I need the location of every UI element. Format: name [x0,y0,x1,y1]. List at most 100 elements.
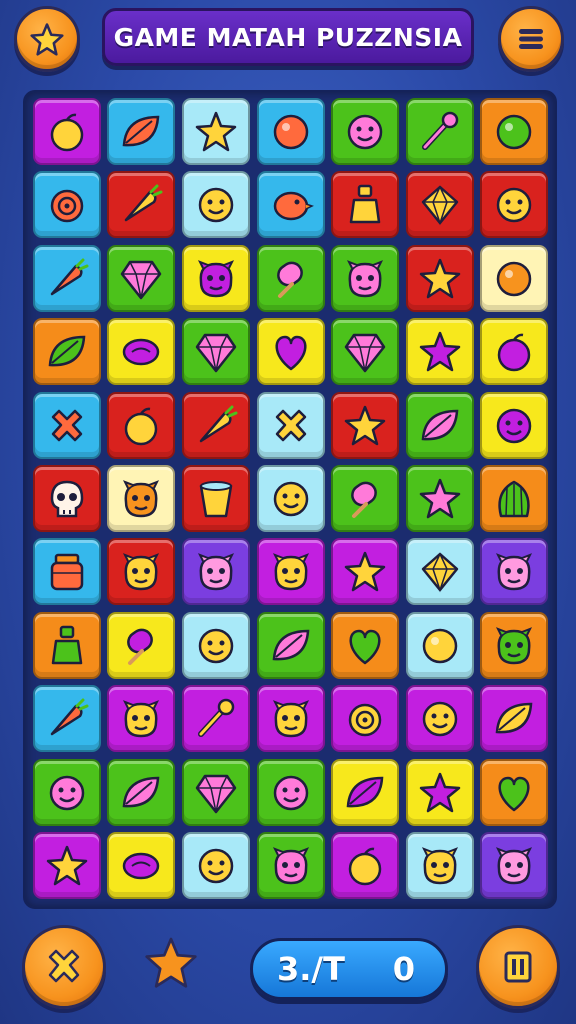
moves-counter: 3./T [277,950,345,988]
game-tile[interactable] [257,612,325,679]
game-tile[interactable] [406,245,474,312]
game-tile[interactable] [331,465,399,532]
skull-icon [50,480,84,517]
game-tile[interactable] [107,392,175,459]
game-tile[interactable] [331,759,399,826]
score-panel: 3./T 0 [250,938,448,1000]
game-tile[interactable] [33,392,101,459]
face-icon [422,701,458,736]
game-tile[interactable] [257,171,325,238]
game-tile[interactable] [182,98,250,165]
star-button[interactable] [14,6,80,72]
game-tile[interactable] [182,171,250,238]
gem-icon [344,333,386,372]
game-tile[interactable] [33,612,101,679]
game-tile[interactable] [406,685,474,752]
game-tile[interactable] [33,245,101,312]
game-tile[interactable] [182,245,250,312]
game-tile[interactable] [33,171,101,238]
game-tile[interactable] [107,98,175,165]
game-tile[interactable] [331,245,399,312]
face-icon [49,775,85,810]
game-tile[interactable] [107,832,175,899]
game-tile[interactable] [331,318,399,385]
face-icon [347,114,383,149]
pause-button[interactable] [476,925,560,1009]
game-tile[interactable] [257,685,325,752]
game-tile[interactable] [480,171,548,238]
game-tile[interactable] [182,318,250,385]
game-tile[interactable] [107,245,175,312]
game-tile[interactable] [480,245,548,312]
game-tile[interactable] [257,318,325,385]
game-tile[interactable] [406,832,474,899]
game-tile[interactable] [406,98,474,165]
game-tile[interactable] [406,171,474,238]
game-tile[interactable] [107,171,175,238]
carrot-icon [199,405,238,442]
bottle-icon [51,625,83,664]
game-tile[interactable] [107,318,175,385]
game-tile[interactable] [33,538,101,605]
game-tile[interactable] [480,465,548,532]
game-tile[interactable] [480,98,548,165]
game-tile[interactable] [33,759,101,826]
game-tile[interactable] [257,759,325,826]
game-tile[interactable] [480,759,548,826]
game-tile[interactable] [406,465,474,532]
diamond-icon [421,184,459,225]
game-tile[interactable] [480,612,548,679]
game-tile[interactable] [107,685,175,752]
game-tile[interactable] [182,392,250,459]
game-tile[interactable] [33,832,101,899]
game-tile[interactable] [406,538,474,605]
swirl-icon [348,703,382,736]
game-tile[interactable] [480,538,548,605]
game-tile[interactable] [406,612,474,679]
game-tile[interactable] [33,465,101,532]
game-tile[interactable] [257,538,325,605]
jar-icon [50,553,84,590]
popsicle-icon [351,481,377,518]
game-tile[interactable] [107,465,175,532]
game-tile[interactable] [107,759,175,826]
game-tile[interactable] [107,612,175,679]
game-tile[interactable] [33,318,101,385]
score-value: 0 [392,950,415,988]
game-tile[interactable] [406,759,474,826]
game-tile[interactable] [331,612,399,679]
game-board [23,90,557,909]
game-tile[interactable] [182,612,250,679]
game-tile[interactable] [257,245,325,312]
game-tile[interactable] [182,759,250,826]
game-tile[interactable] [331,832,399,899]
game-tile[interactable] [182,465,250,532]
menu-button[interactable] [498,6,564,72]
game-tile[interactable] [257,98,325,165]
game-title: GAME MATAH PUZZNSIA [102,8,474,66]
game-tile[interactable] [480,392,548,459]
game-tile[interactable] [33,98,101,165]
game-tile[interactable] [331,171,399,238]
carrot-icon [50,698,89,735]
game-tile[interactable] [182,832,250,899]
circle-icon [273,114,309,149]
game-tile[interactable] [182,685,250,752]
game-tile[interactable] [406,318,474,385]
game-tile[interactable] [331,98,399,165]
game-tile[interactable] [406,392,474,459]
game-tile[interactable] [257,392,325,459]
game-tile[interactable] [182,538,250,605]
game-tile[interactable] [480,318,548,385]
game-tile[interactable] [257,832,325,899]
close-button[interactable] [22,925,106,1009]
game-tile[interactable] [331,685,399,752]
game-tile[interactable] [331,392,399,459]
game-tile[interactable] [107,538,175,605]
game-tile[interactable] [33,685,101,752]
game-tile[interactable] [480,685,548,752]
game-tile[interactable] [480,832,548,899]
game-tile[interactable] [257,465,325,532]
wand-icon [198,698,235,737]
game-tile[interactable] [331,538,399,605]
